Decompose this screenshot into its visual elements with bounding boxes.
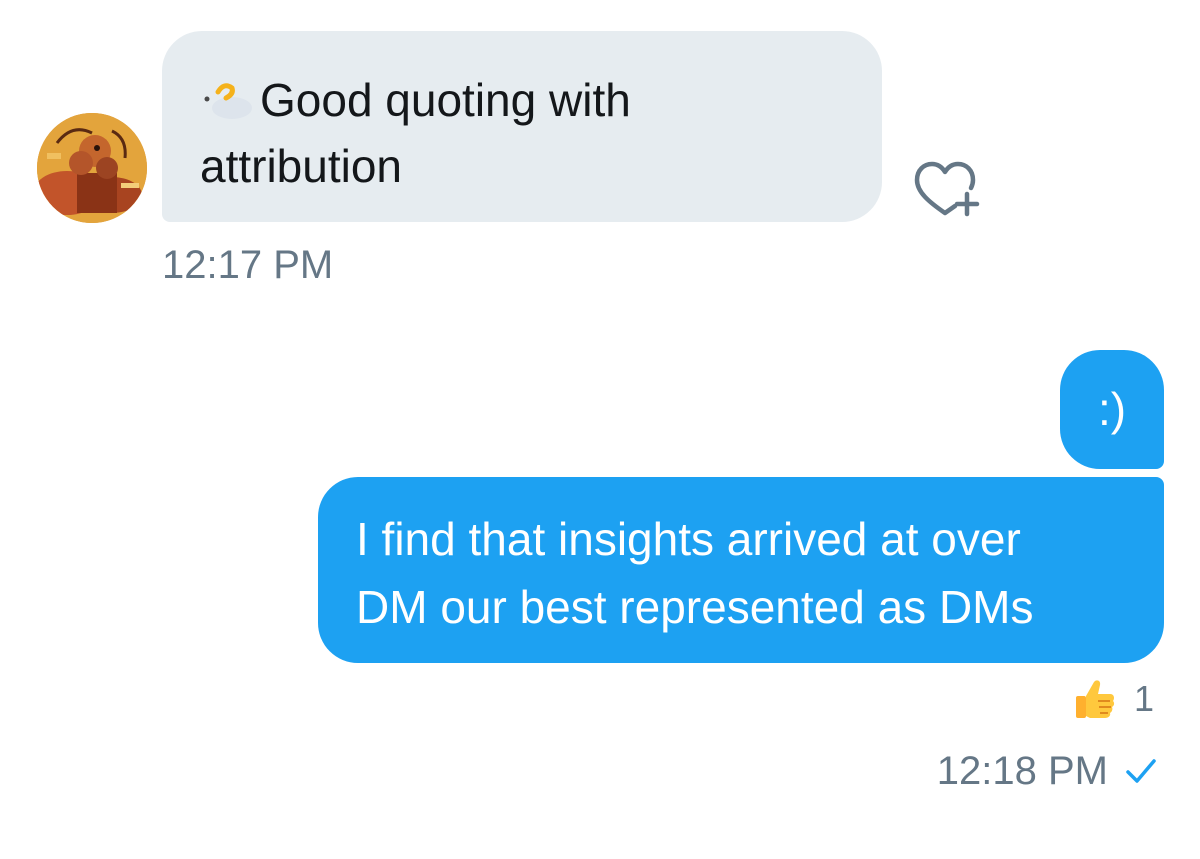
incoming-message-text-line1: Good quoting with: [260, 74, 631, 126]
add-reaction-button[interactable]: [911, 156, 981, 218]
outgoing-message-bubble[interactable]: :): [1060, 350, 1164, 469]
incoming-timestamp: 12:17 PM: [162, 243, 334, 287]
outgoing-timestamp: 12:18 PM: [936, 749, 1108, 793]
caterpillar-illustration-avatar: [37, 113, 147, 223]
outgoing-message-text: :): [1097, 383, 1127, 435]
thumbs-up-emoji-icon: [1076, 680, 1115, 718]
incoming-message-text-line2: attribution: [200, 140, 403, 192]
message-reaction[interactable]: 1: [1072, 676, 1154, 722]
incoming-message-bubble[interactable]: Good quoting with attribution: [162, 31, 882, 222]
speech-bubble-emoji-icon: [200, 80, 254, 120]
outgoing-message-meta: 12:18 PM: [937, 747, 1158, 795]
sender-avatar[interactable]: [37, 113, 147, 223]
checkmark-icon: [1124, 756, 1158, 786]
heart-plus-icon: [914, 161, 980, 217]
reaction-count: 1: [1134, 678, 1155, 719]
outgoing-message-text-line1: I find that insights arrived at over: [356, 513, 1021, 565]
outgoing-message-bubble[interactable]: I find that insights arrived at over DM …: [318, 477, 1164, 663]
outgoing-message-text-line2: DM our best represented as DMs: [356, 581, 1034, 633]
